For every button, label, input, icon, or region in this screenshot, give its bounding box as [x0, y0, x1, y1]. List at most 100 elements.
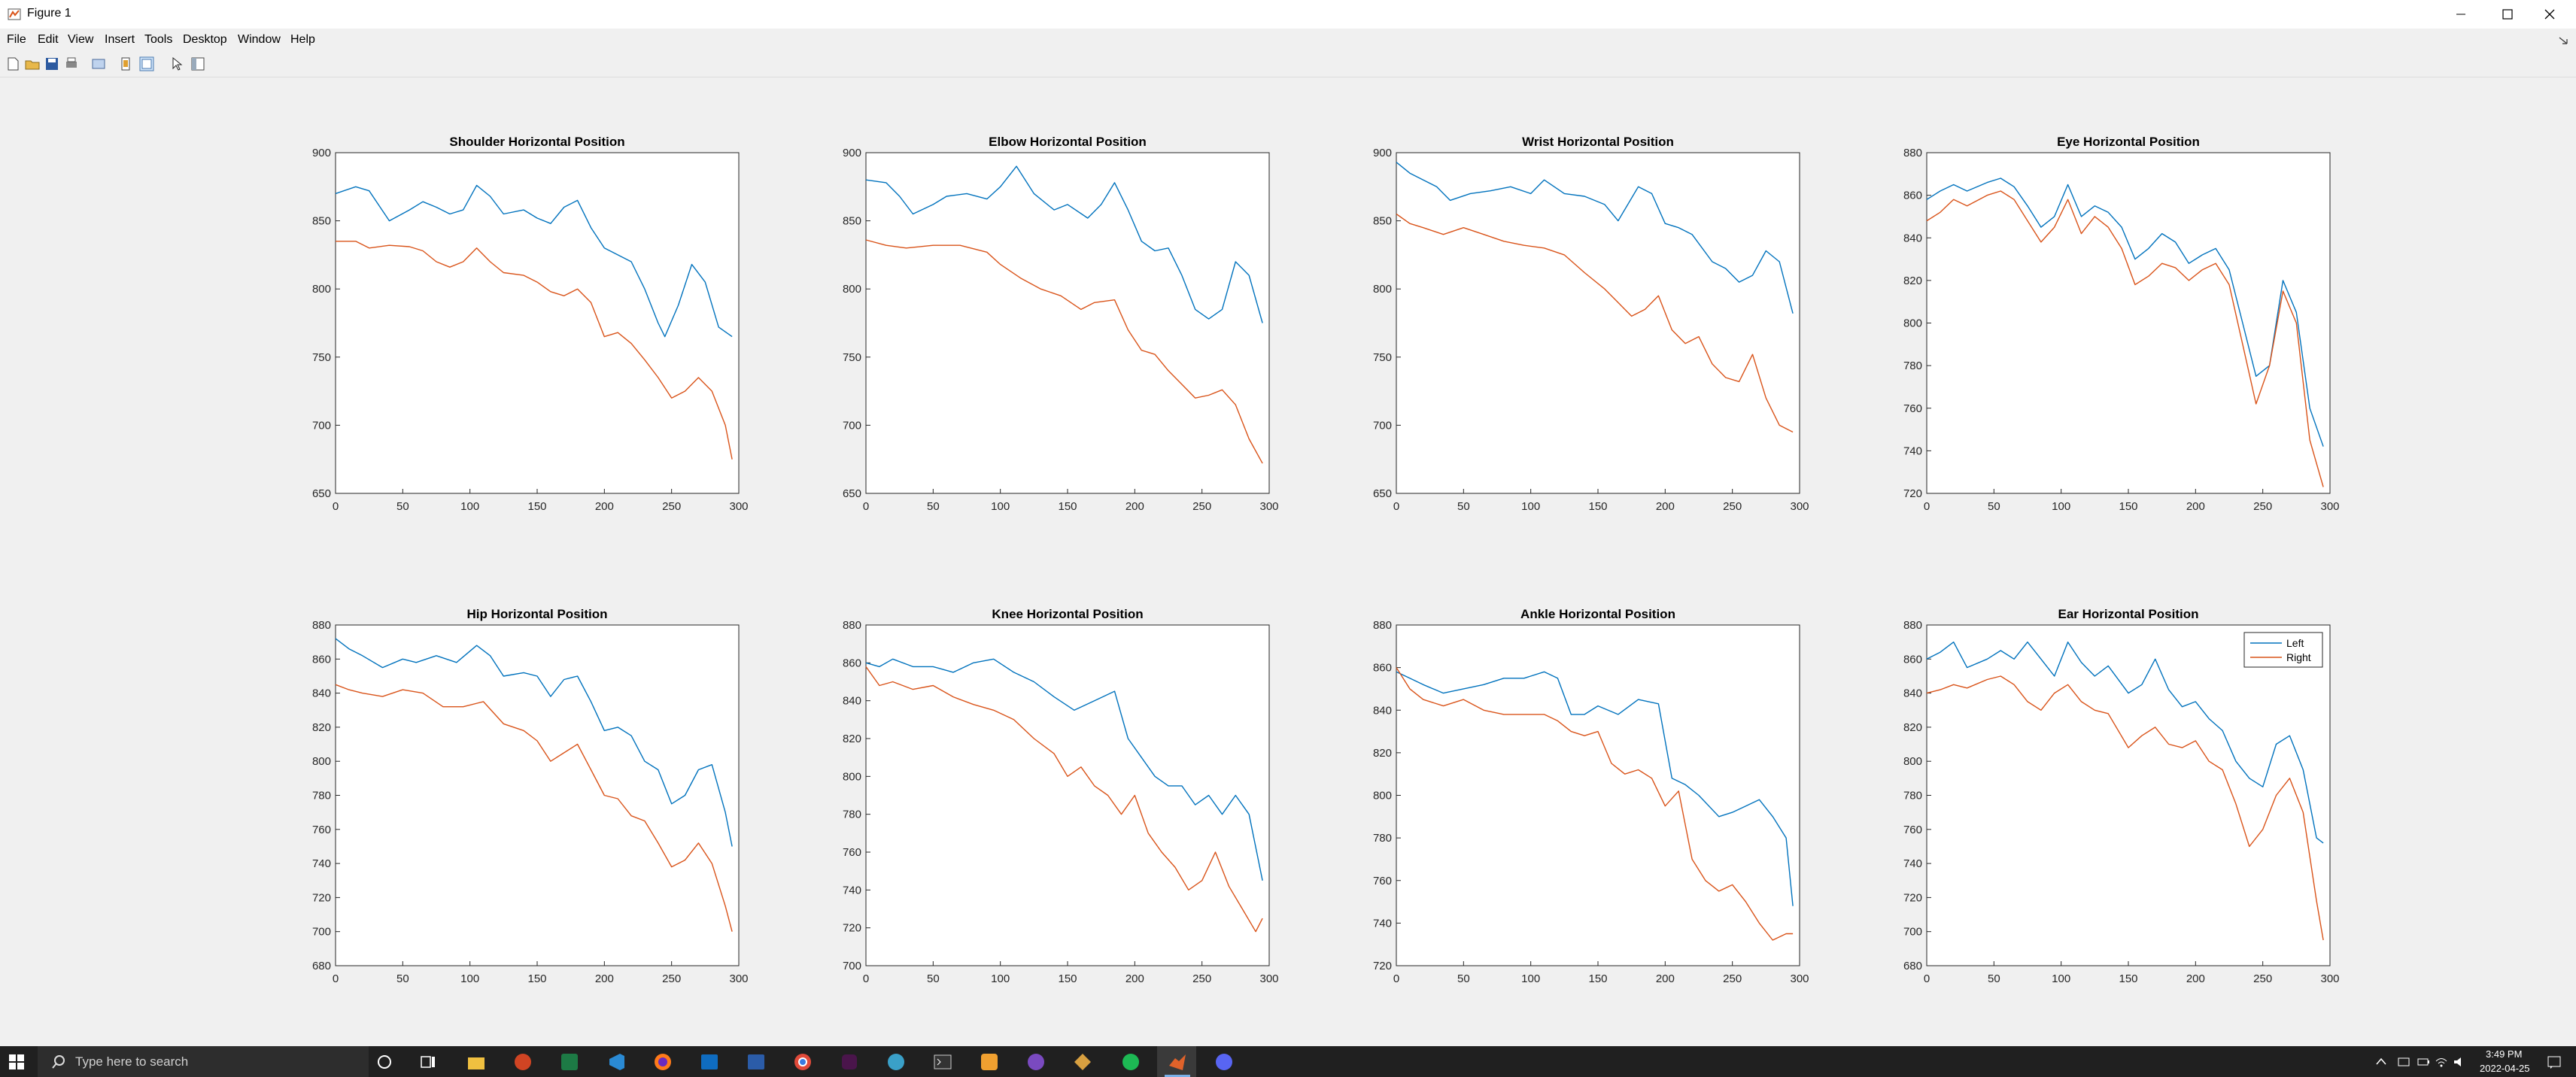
- x-tick-label: 150: [2119, 972, 2137, 985]
- new-figure-icon[interactable]: [5, 56, 21, 72]
- globe-icon[interactable]: [886, 1052, 906, 1072]
- pointer-icon[interactable]: [169, 56, 185, 72]
- x-tick-label: 50: [1988, 972, 2000, 985]
- tray-network-icon[interactable]: [2397, 1055, 2410, 1069]
- app-diamond-icon[interactable]: [1073, 1052, 1092, 1072]
- windows-start-icon[interactable]: [9, 1054, 24, 1069]
- subplot-wrist-horizontal-position[interactable]: Wrist Horizontal Position 650 700 750 800 850…: [1373, 135, 1809, 513]
- x-tick-label: 0: [863, 972, 869, 985]
- spotify-icon[interactable]: [1121, 1052, 1141, 1072]
- tray-chevron-up-icon[interactable]: [2376, 1057, 2386, 1066]
- x-tick-label: 300: [1790, 972, 1809, 985]
- link-plot-icon[interactable]: [117, 56, 134, 72]
- y-tick-label: 750: [1373, 351, 1392, 364]
- y-tick-label: 850: [312, 215, 331, 228]
- x-tick-label: 100: [2052, 972, 2070, 985]
- word-icon[interactable]: [746, 1052, 766, 1072]
- x-tick-label: 150: [1588, 500, 1607, 513]
- taskbar: Type here to search 3:49 PM 2022-04-25: [0, 1046, 2576, 1077]
- firefox-icon[interactable]: [653, 1052, 673, 1072]
- y-tick-label: 720: [1903, 487, 1922, 500]
- minimize-button[interactable]: [2435, 0, 2487, 29]
- file-explorer-icon[interactable]: [466, 1053, 486, 1071]
- y-tick-label: 780: [843, 809, 861, 821]
- x-tick-label: 100: [1521, 500, 1540, 513]
- x-tick-label: 150: [527, 500, 546, 513]
- print-icon[interactable]: [63, 56, 80, 72]
- powerpoint-icon[interactable]: [513, 1052, 533, 1072]
- subplot-hip-horizontal-position[interactable]: Hip Horizontal Position 680 700 720 740 760 78…: [312, 607, 749, 985]
- y-tick-label: 860: [1373, 662, 1392, 675]
- y-tick-label: 720: [843, 922, 861, 935]
- x-tick-label: 50: [927, 500, 940, 513]
- property-editor-icon[interactable]: [190, 56, 206, 72]
- x-tick-label: 250: [2253, 972, 2272, 985]
- menu-desktop[interactable]: Desktop: [183, 33, 227, 47]
- x-tick-label: 0: [863, 500, 869, 513]
- subplot-ear-horizontal-position[interactable]: Ear Horizontal Position 680 700 720 740 760 78…: [1903, 607, 2340, 985]
- subplot-ankle-horizontal-position[interactable]: Ankle Horizontal Position 720 740 760 780 800…: [1373, 607, 1809, 985]
- legend-label: Right: [2286, 651, 2311, 663]
- vscode-icon[interactable]: [606, 1052, 626, 1072]
- x-tick-label: 0: [1924, 500, 1930, 513]
- subplot-elbow-horizontal-position[interactable]: Elbow Horizontal Position 650 700 750 800 850…: [843, 135, 1279, 513]
- outlook-icon[interactable]: [700, 1052, 719, 1072]
- maximize-icon: [2502, 9, 2513, 20]
- x-tick-label: 250: [1192, 500, 1211, 513]
- github-icon[interactable]: [1026, 1052, 1046, 1072]
- dock-icon[interactable]: [138, 56, 155, 72]
- save-icon[interactable]: [44, 56, 60, 72]
- menu-edit[interactable]: Edit: [38, 33, 59, 47]
- plot-area: [335, 152, 740, 494]
- y-tick-label: 860: [843, 657, 861, 669]
- y-tick-label: 750: [843, 351, 861, 364]
- x-tick-label: 250: [1192, 972, 1211, 985]
- title-bar: Figure 1: [0, 0, 2576, 29]
- subplot-shoulder-horizontal-position[interactable]: Shoulder Horizontal Position 650 700 750 800…: [312, 135, 749, 513]
- menu-help[interactable]: Help: [290, 33, 315, 47]
- subplot-knee-horizontal-position[interactable]: Knee Horizontal Position 700 720 740 760 780 8…: [843, 607, 1279, 985]
- menu-bar: File Edit View Insert Tools Desktop Wind…: [0, 29, 2576, 51]
- x-tick-label: 150: [1058, 500, 1077, 513]
- x-tick-label: 200: [2186, 500, 2205, 513]
- app-orange-icon[interactable]: [980, 1052, 999, 1072]
- discord-icon[interactable]: [1214, 1052, 1234, 1072]
- clock-time[interactable]: 3:49 PM: [2486, 1048, 2522, 1060]
- legend[interactable]: Left Right: [2243, 632, 2323, 668]
- x-tick-label: 50: [396, 972, 409, 985]
- menu-insert[interactable]: Insert: [105, 33, 135, 47]
- close-button[interactable]: [2523, 0, 2576, 29]
- menu-file[interactable]: File: [7, 33, 26, 47]
- x-tick-label: 100: [991, 972, 1010, 985]
- chrome-icon[interactable]: [793, 1052, 813, 1072]
- open-file-icon[interactable]: [24, 56, 41, 72]
- menu-view[interactable]: View: [68, 33, 93, 47]
- notification-center-icon[interactable]: [2546, 1054, 2562, 1070]
- taskbar-search-box[interactable]: Type here to search: [38, 1046, 369, 1077]
- terminal-icon[interactable]: [933, 1052, 952, 1072]
- plot-title: Wrist Horizontal Position: [1522, 135, 1674, 149]
- menu-window[interactable]: Window: [238, 33, 281, 47]
- excel-icon[interactable]: [560, 1052, 579, 1072]
- x-tick-label: 50: [1457, 500, 1470, 513]
- print-preview-icon[interactable]: [90, 56, 107, 72]
- menu-tools[interactable]: Tools: [144, 33, 172, 47]
- tray-battery-icon[interactable]: [2417, 1055, 2430, 1069]
- x-tick-label: 300: [2320, 972, 2339, 985]
- subplot-eye-horizontal-position[interactable]: Eye Horizontal Position 720 740 760 780 800 82…: [1903, 135, 2340, 513]
- y-tick-label: 880: [1903, 619, 1922, 632]
- plot-area: [1396, 152, 1800, 494]
- y-tick-label: 860: [312, 653, 331, 666]
- y-tick-label: 820: [312, 721, 331, 734]
- tray-wifi-icon[interactable]: [2435, 1055, 2448, 1069]
- task-view-icon[interactable]: [420, 1054, 436, 1070]
- slack-icon[interactable]: [840, 1052, 859, 1072]
- tray-volume-icon[interactable]: [2453, 1055, 2466, 1069]
- cortana-icon[interactable]: [376, 1054, 393, 1070]
- matlab-icon[interactable]: [1168, 1052, 1187, 1072]
- clock-date[interactable]: 2022-04-25: [2480, 1063, 2530, 1074]
- y-tick-label: 780: [1373, 832, 1392, 845]
- plot-title: Elbow Horizontal Position: [989, 135, 1147, 149]
- x-tick-label: 100: [2052, 500, 2070, 513]
- collapse-arrow-icon[interactable]: [2558, 36, 2568, 45]
